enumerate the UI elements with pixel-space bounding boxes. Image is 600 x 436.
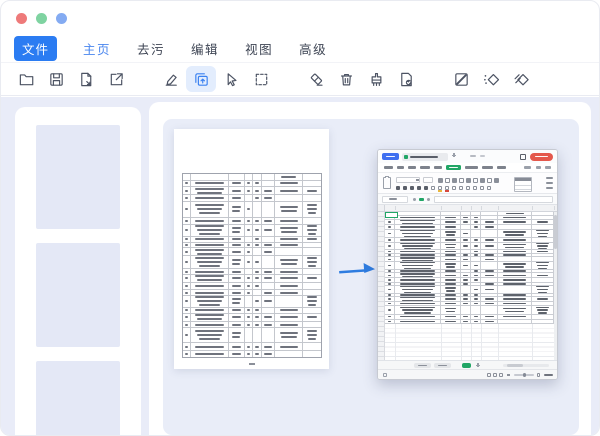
page-thumbnail-3[interactable] (36, 361, 120, 435)
spreadsheet-sheet-tabs (378, 360, 557, 369)
eraser-icon[interactable] (301, 66, 331, 92)
titlebar (1, 1, 599, 35)
menu-decontaminate[interactable]: 去污 (137, 39, 165, 58)
page-thumbnail-1[interactable] (36, 125, 120, 229)
sheet-tab[interactable] (414, 363, 431, 368)
marquee-select-icon[interactable] (246, 66, 276, 92)
menu-view[interactable]: 视图 (245, 39, 273, 58)
brush-icon[interactable] (361, 66, 391, 92)
menu-edit[interactable]: 编辑 (191, 39, 219, 58)
doc-verify-icon[interactable] (391, 66, 421, 92)
page-thumbnail-2[interactable] (36, 243, 120, 347)
window-zoom-dot[interactable] (56, 12, 67, 24)
sheet-tab-add (462, 363, 471, 368)
selected-cell-a1[interactable] (385, 212, 398, 218)
trash-icon[interactable] (331, 66, 361, 92)
spreadsheet-column-header (378, 205, 557, 212)
save-icon[interactable] (41, 66, 71, 92)
menu-file[interactable]: 文件 (14, 36, 58, 61)
spreadsheet-window[interactable] (377, 149, 558, 380)
clean-sparkle-icon[interactable] (476, 66, 506, 92)
spreadsheet-ribbon-tabs (378, 163, 557, 172)
ribbon-tab-active (446, 164, 461, 171)
window-minimize-dot[interactable] (36, 12, 47, 24)
page-number-mark (248, 363, 255, 365)
spreadsheet-formula-bar (378, 194, 557, 205)
extract-copy-icon[interactable] (186, 66, 216, 92)
edit-strike-icon[interactable] (446, 66, 476, 92)
spreadsheet-status-bar (378, 369, 557, 379)
toolbar (1, 63, 599, 96)
menu-bar: 文件 主页 去污 编辑 视图 高级 (1, 35, 599, 63)
menu-advanced[interactable]: 高级 (299, 39, 327, 58)
file-tab[interactable] (402, 152, 448, 161)
spreadsheet-toolbar (378, 172, 557, 194)
app-window: 文件 主页 去污 编辑 视图 高级 (0, 0, 600, 436)
sheet-tab[interactable] (434, 363, 451, 368)
content-area (1, 97, 599, 435)
highlighter-icon[interactable] (156, 66, 186, 92)
share-icon[interactable] (101, 66, 131, 92)
spreadsheet-titlebar (378, 150, 557, 163)
flatten-icon[interactable] (506, 66, 536, 92)
share-button[interactable] (530, 153, 553, 161)
conversion-arrow-icon (336, 257, 378, 281)
export-page-icon[interactable] (71, 66, 101, 92)
window-close-dot[interactable] (16, 12, 27, 24)
menu-home[interactable]: 主页 (83, 39, 111, 58)
new-document-icon[interactable] (11, 66, 41, 92)
conversion-stage (163, 119, 579, 435)
cursor-icon[interactable] (216, 66, 246, 92)
page-thumbnail-panel (15, 107, 141, 435)
pdf-table (182, 173, 322, 358)
spreadsheet-grid (378, 212, 557, 360)
main-canvas-card (149, 102, 591, 435)
pdf-page[interactable] (174, 129, 329, 369)
